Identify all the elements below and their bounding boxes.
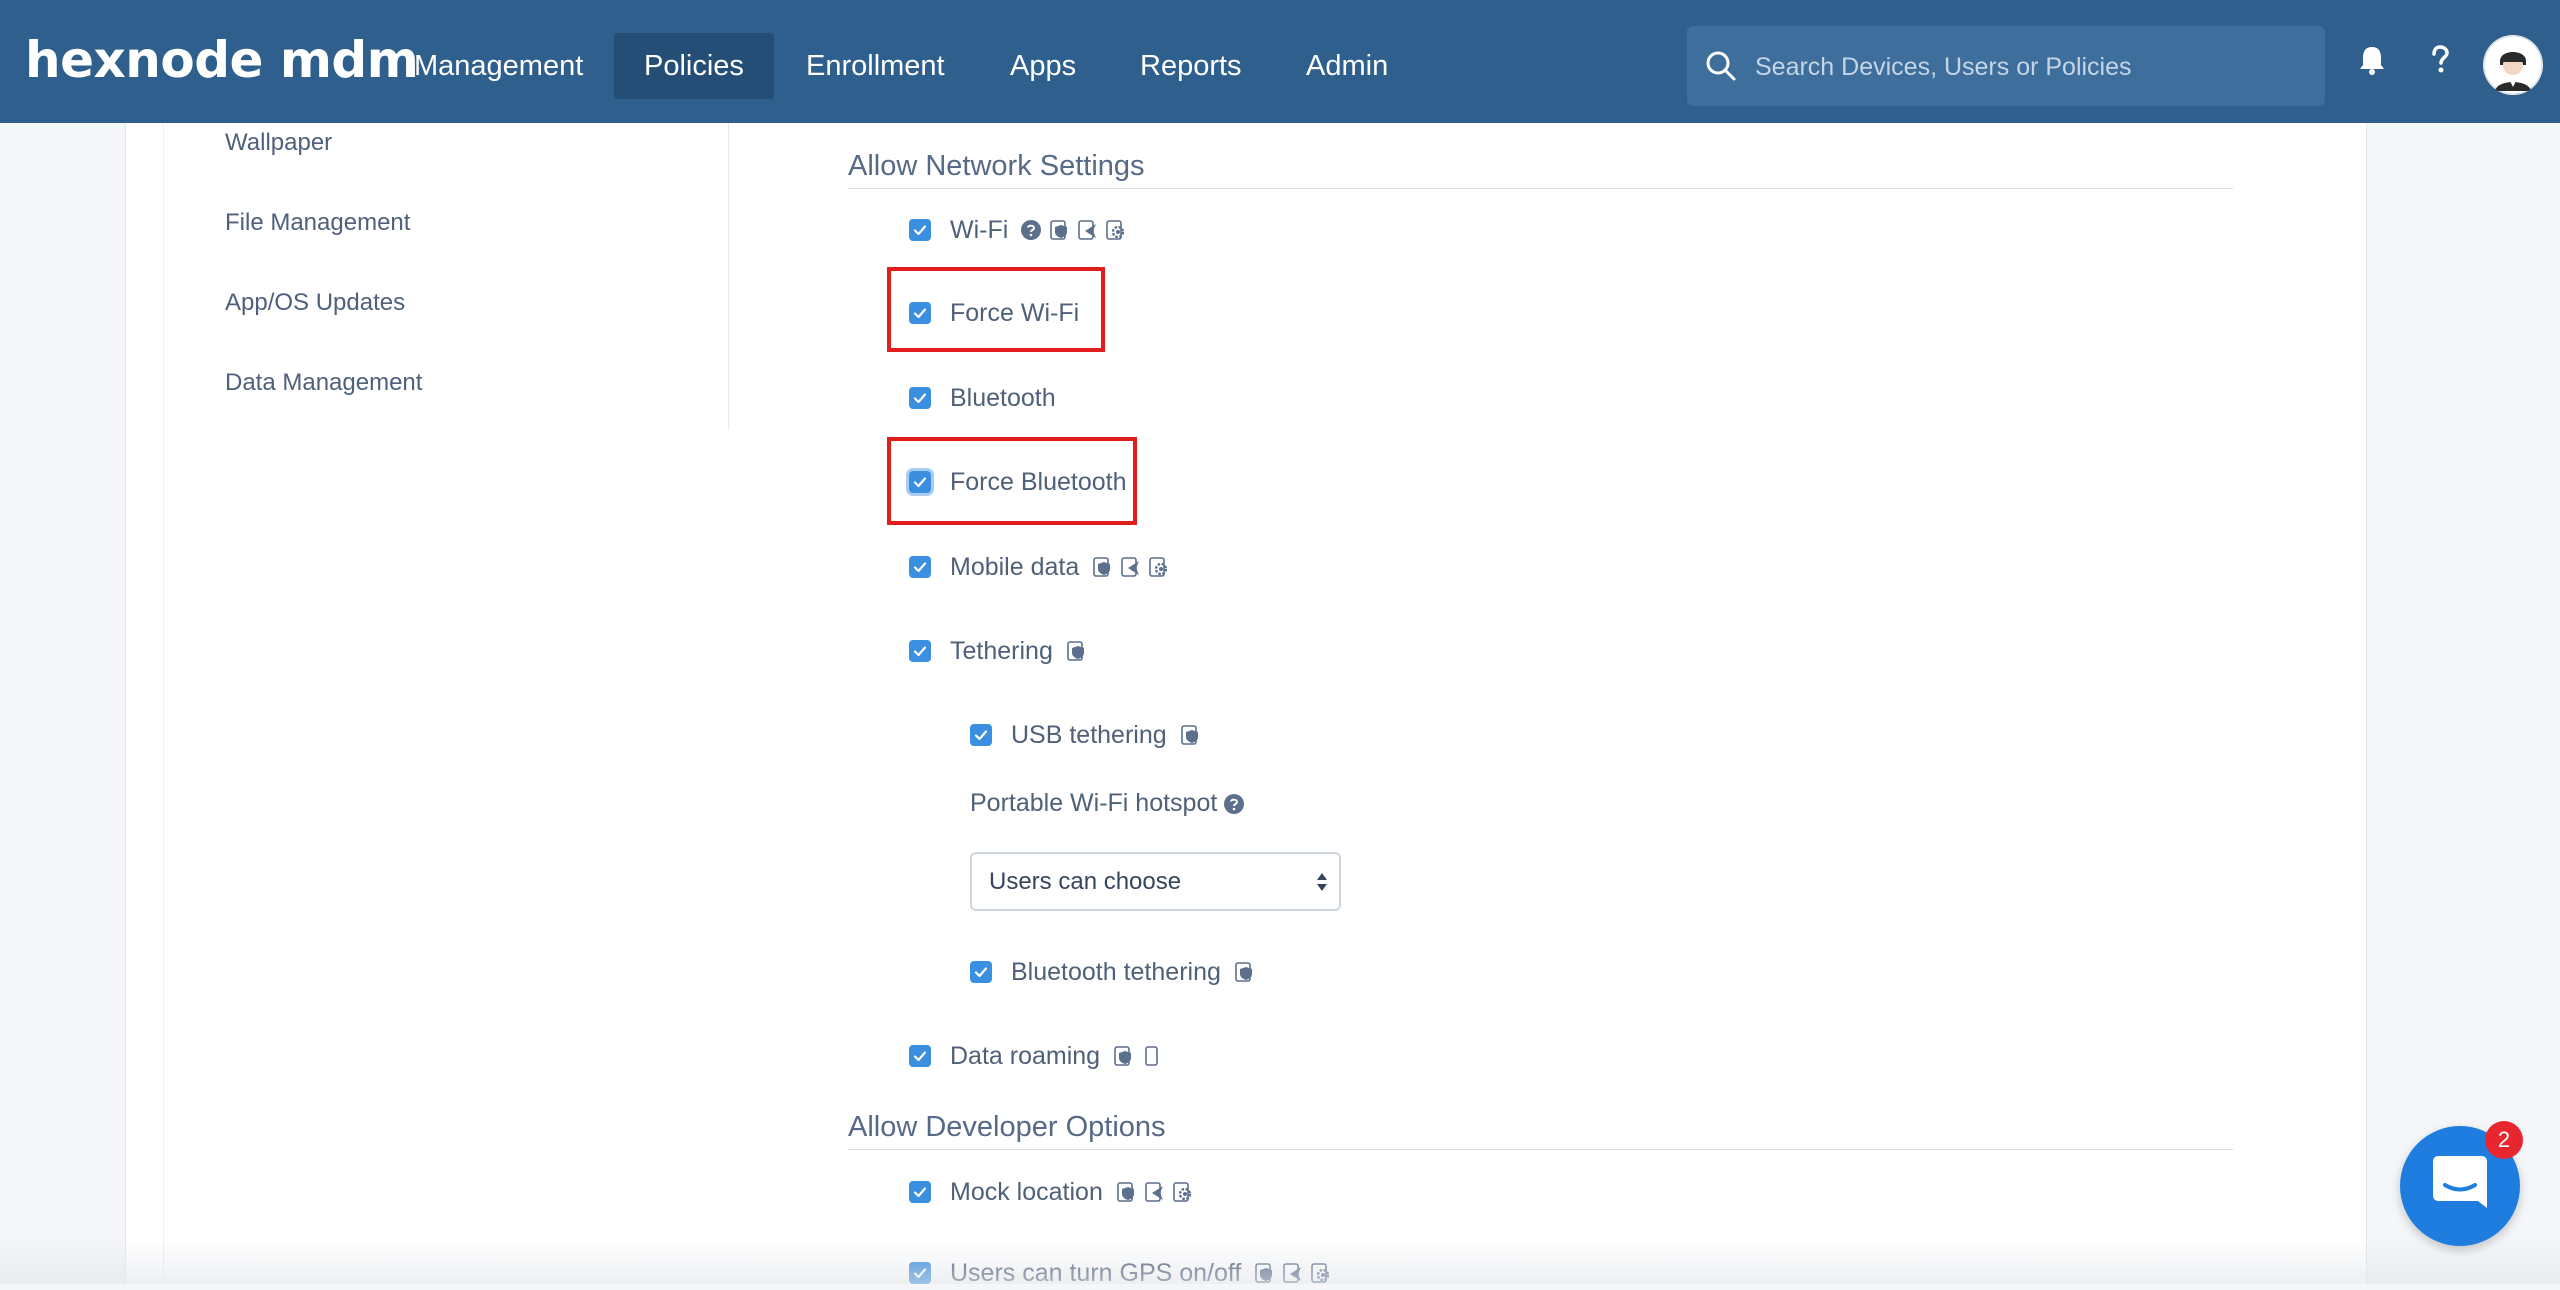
- setting-row-tethering: Tethering: [909, 634, 1087, 668]
- content-panel: [125, 123, 2367, 1284]
- bluetooth-checkbox[interactable]: [909, 387, 931, 409]
- search-icon: [1706, 51, 1736, 81]
- force-bluetooth-checkbox[interactable]: [909, 471, 931, 493]
- setting-row-force-wifi: Force Wi-Fi: [909, 296, 1079, 330]
- mobile-data-label: Mobile data: [950, 552, 1080, 581]
- nav-apps[interactable]: Apps: [980, 33, 1106, 99]
- nav-enrollment[interactable]: Enrollment: [776, 33, 975, 99]
- help-icon[interactable]: [2420, 40, 2460, 80]
- setting-row-mock-location: Mock location: [909, 1175, 1193, 1209]
- tethering-checkbox[interactable]: [909, 640, 931, 662]
- android-shield-icon: [1050, 220, 1068, 240]
- app-logo[interactable]: hexnode mdm: [25, 31, 419, 89]
- setting-row-bluetooth: Bluetooth: [909, 381, 1056, 415]
- android-shield-icon: [1180, 725, 1198, 745]
- wifi-label: Wi-Fi: [950, 215, 1009, 244]
- android-settings-icon: [1106, 220, 1125, 240]
- hotspot-label: Portable Wi-Fi hotspot: [970, 789, 1218, 817]
- bluetooth-tethering-label: Bluetooth tethering: [1011, 957, 1221, 986]
- wifi-checkbox[interactable]: [909, 219, 931, 241]
- gps-label: Users can turn GPS on/off: [950, 1258, 1242, 1287]
- section-title-developer: Allow Developer Options: [848, 1111, 1166, 1143]
- section-divider: [848, 188, 2233, 189]
- usb-tethering-checkbox[interactable]: [970, 724, 992, 746]
- setting-row-bluetooth-tethering: Bluetooth tethering: [970, 955, 1255, 989]
- hotspot-select[interactable]: Users can choose: [970, 852, 1341, 911]
- android-send-icon: [1283, 1263, 1302, 1283]
- select-arrows-icon: [1317, 873, 1327, 891]
- android-settings-icon: [1173, 1182, 1192, 1202]
- mobile-data-checkbox[interactable]: [909, 556, 931, 578]
- frame-divider: [163, 123, 164, 1284]
- data-roaming-checkbox[interactable]: [909, 1045, 931, 1067]
- setting-row-usb-tethering: USB tethering: [970, 718, 1201, 752]
- phone-icon: [1145, 1046, 1158, 1066]
- android-shield-icon: [1093, 557, 1111, 577]
- tethering-label: Tethering: [950, 636, 1053, 665]
- android-send-icon: [1145, 1182, 1163, 1202]
- android-shield-icon: [1117, 1182, 1134, 1202]
- gps-checkbox[interactable]: [909, 1262, 931, 1284]
- android-send-icon: [1078, 220, 1097, 240]
- android-shield-icon: [1114, 1046, 1132, 1066]
- nav-management[interactable]: Management: [384, 33, 613, 99]
- android-settings-icon: [1311, 1263, 1330, 1283]
- setting-row-wifi: Wi-Fi: [909, 213, 1126, 247]
- help-circle-icon[interactable]: [1223, 793, 1245, 815]
- android-settings-icon: [1149, 557, 1168, 577]
- bluetooth-tethering-checkbox[interactable]: [970, 961, 992, 983]
- mock-location-label: Mock location: [950, 1177, 1103, 1206]
- data-roaming-label: Data roaming: [950, 1041, 1101, 1070]
- search-bar: [1687, 26, 2325, 106]
- avatar[interactable]: [2483, 35, 2543, 95]
- force-wifi-label: Force Wi-Fi: [950, 298, 1080, 327]
- setting-row-gps: Users can turn GPS on/off: [909, 1256, 1331, 1290]
- mock-location-checkbox[interactable]: [909, 1181, 931, 1203]
- android-shield-icon: [1067, 641, 1084, 661]
- notification-badge: 2: [2485, 1121, 2523, 1159]
- user-avatar-icon: [2483, 35, 2543, 95]
- bell-icon[interactable]: [2352, 40, 2392, 80]
- help-circle-icon[interactable]: [1020, 219, 1042, 241]
- sidebar-item-file-management[interactable]: File Management: [225, 209, 410, 237]
- section-divider: [848, 1149, 2233, 1150]
- force-wifi-checkbox[interactable]: [909, 302, 931, 324]
- setting-row-data-roaming: Data roaming: [909, 1039, 1162, 1073]
- setting-row-force-bluetooth: Force Bluetooth: [909, 465, 1127, 499]
- hotspot-select-value: Users can choose: [989, 868, 1182, 895]
- nav-policies[interactable]: Policies: [614, 33, 774, 99]
- section-title-network: Allow Network Settings: [848, 150, 1145, 182]
- sidebar-item-app-os-updates[interactable]: App/OS Updates: [225, 289, 405, 317]
- force-bluetooth-label: Force Bluetooth: [950, 467, 1127, 496]
- hotspot-field: Portable Wi-Fi hotspot: [970, 789, 1245, 818]
- android-send-icon: [1121, 557, 1140, 577]
- android-shield-icon: [1255, 1263, 1273, 1283]
- sidebar-item-wallpaper[interactable]: Wallpaper: [225, 129, 332, 157]
- sidebar-divider: [728, 123, 729, 430]
- sidebar-item-data-management[interactable]: Data Management: [225, 369, 422, 397]
- bluetooth-label: Bluetooth: [950, 383, 1056, 412]
- search-input[interactable]: [1753, 40, 2307, 94]
- nav-admin[interactable]: Admin: [1276, 33, 1418, 99]
- android-shield-icon: [1235, 962, 1252, 982]
- setting-row-mobile-data: Mobile data: [909, 550, 1169, 584]
- top-navigation-bar: hexnode mdm Management Policies Enrollme…: [0, 0, 2560, 123]
- nav-reports[interactable]: Reports: [1110, 33, 1272, 99]
- usb-tethering-label: USB tethering: [1011, 720, 1167, 749]
